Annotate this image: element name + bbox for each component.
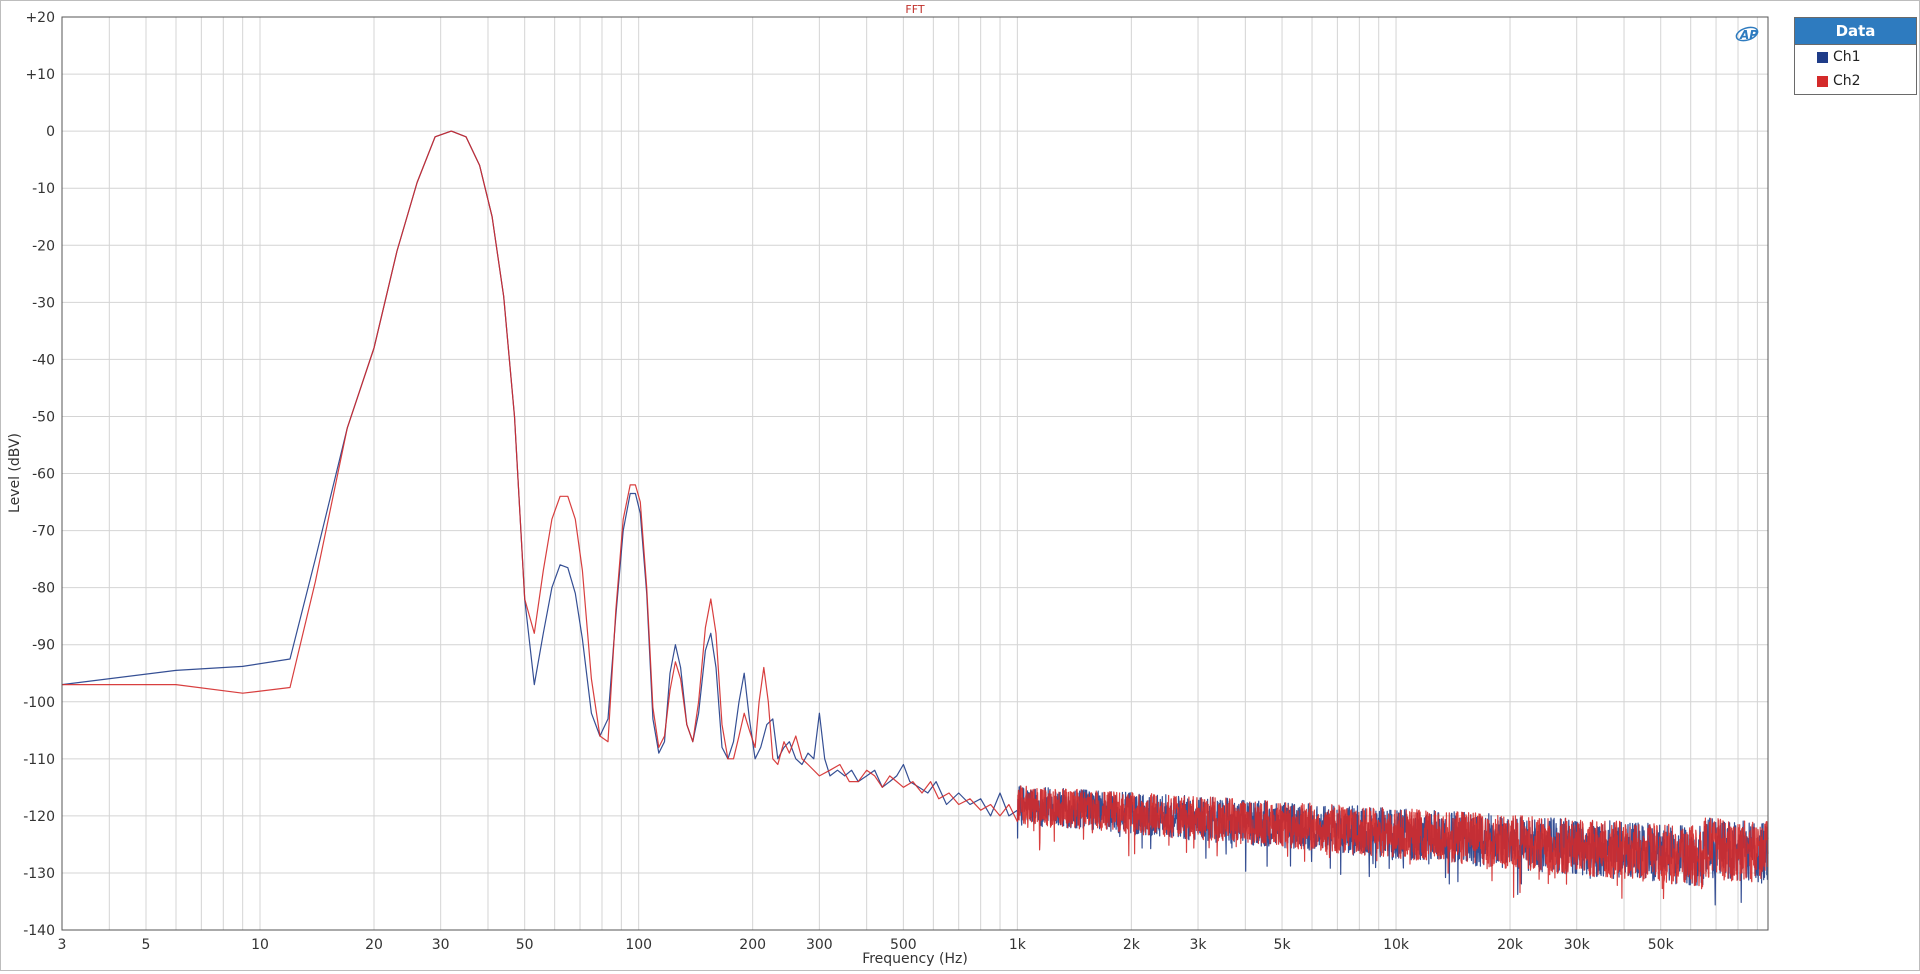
x-tick-label: 10k xyxy=(1383,937,1410,953)
x-tick-label: 100 xyxy=(625,937,652,953)
x-tick-label: 10 xyxy=(251,937,269,953)
y-tick-label: -70 xyxy=(32,524,55,540)
fft-chart: +20 +10 0 -10 -20 -30 -40 -50 -60 -70 -80 -90 -100 -1… xyxy=(7,3,1769,967)
x-tick-label: 20 xyxy=(365,937,383,953)
series-line-ch2 xyxy=(62,130,1769,900)
x-axis-label: Frequency (Hz) xyxy=(862,951,968,967)
x-tick-label: 3k xyxy=(1190,937,1208,953)
x-tick-label: 50 xyxy=(516,937,534,953)
svg-text:AP: AP xyxy=(1739,28,1758,42)
series-layer xyxy=(61,130,1769,906)
x-tick-label: 200 xyxy=(739,937,766,953)
x-tick-label: 2k xyxy=(1123,937,1141,953)
y-tick-label: -10 xyxy=(32,181,55,197)
y-tick-label: -40 xyxy=(32,352,55,368)
grid xyxy=(61,16,1768,931)
y-tick-label: -140 xyxy=(23,923,55,939)
x-tick-label: 3 xyxy=(58,937,67,953)
y-tick-label: +20 xyxy=(25,10,55,26)
x-tick-label: 20k xyxy=(1497,937,1524,953)
series-line-ch1 xyxy=(61,130,1769,906)
x-tick-label: 5k xyxy=(1274,937,1292,953)
legend-label-ch1: Ch1 xyxy=(1833,49,1861,65)
y-tick-label: -130 xyxy=(23,866,55,882)
legend-item-ch2[interactable]: Ch2 xyxy=(1795,69,1916,93)
legend-swatch-ch2 xyxy=(1817,76,1828,87)
y-tick-label: -100 xyxy=(23,695,55,711)
y-axis-label: Level (dBV) xyxy=(7,433,23,513)
y-axis-ticks: +20 +10 0 -10 -20 -30 -40 -50 -60 -70 -80 -90 -100 -1… xyxy=(23,10,55,939)
y-tick-label: -30 xyxy=(32,295,55,311)
y-tick-label: -80 xyxy=(32,581,55,597)
y-tick-label: -60 xyxy=(32,467,55,483)
y-tick-label: +10 xyxy=(25,67,55,83)
legend-item-ch1[interactable]: Ch1 xyxy=(1795,45,1916,69)
x-tick-label: 50k xyxy=(1648,937,1675,953)
y-tick-label: -90 xyxy=(32,638,55,654)
chart-window: +20 +10 0 -10 -20 -30 -40 -50 -60 -70 -80 -90 -100 -1… xyxy=(0,0,1920,971)
legend-title: Data xyxy=(1795,18,1916,45)
x-tick-label: 1k xyxy=(1009,937,1027,953)
y-tick-label: -110 xyxy=(23,752,55,768)
legend: Data Ch1 Ch2 xyxy=(1794,17,1917,95)
legend-label-ch2: Ch2 xyxy=(1833,73,1861,89)
y-tick-label: -120 xyxy=(23,809,55,825)
x-tick-label: 30 xyxy=(432,937,450,953)
y-tick-label: 0 xyxy=(46,124,55,140)
x-tick-label: 30k xyxy=(1564,937,1591,953)
y-tick-label: -50 xyxy=(32,409,55,425)
legend-swatch-ch1 xyxy=(1817,52,1828,63)
chart-title: FFT xyxy=(905,3,924,16)
y-tick-label: -20 xyxy=(32,238,55,254)
x-tick-label: 5 xyxy=(142,937,151,953)
x-tick-label: 300 xyxy=(806,937,833,953)
